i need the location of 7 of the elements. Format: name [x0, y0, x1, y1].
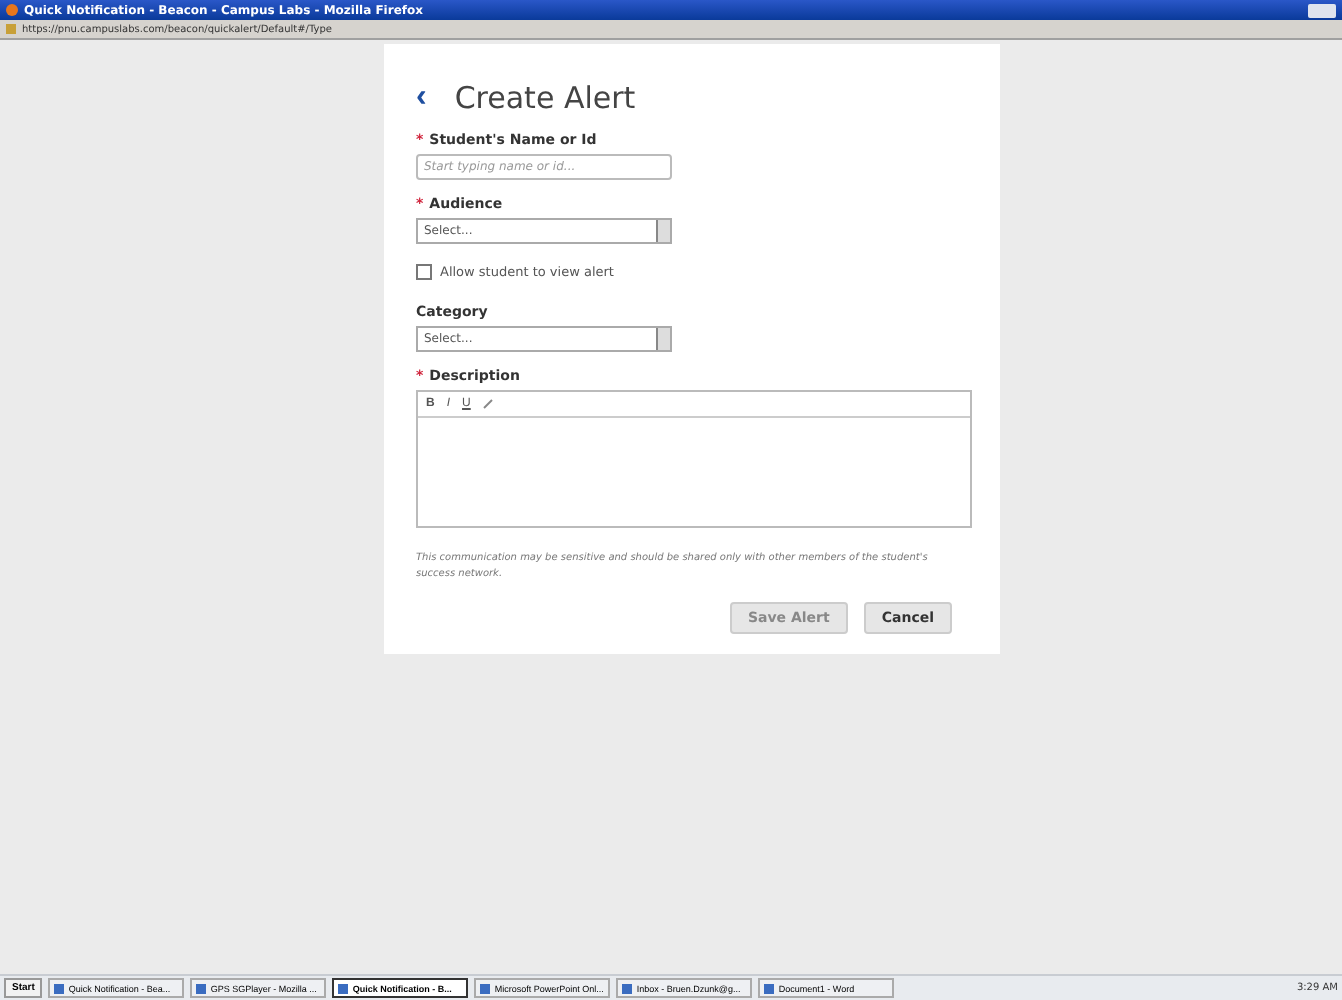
link-icon[interactable]	[482, 398, 495, 410]
window-controls-icon[interactable]	[1308, 3, 1336, 17]
page-title: Create Alert	[454, 80, 636, 116]
checkbox[interactable]	[416, 264, 432, 280]
lock-icon	[6, 24, 16, 34]
browser-icon	[6, 4, 18, 16]
back-button[interactable]: ‹	[416, 82, 427, 114]
